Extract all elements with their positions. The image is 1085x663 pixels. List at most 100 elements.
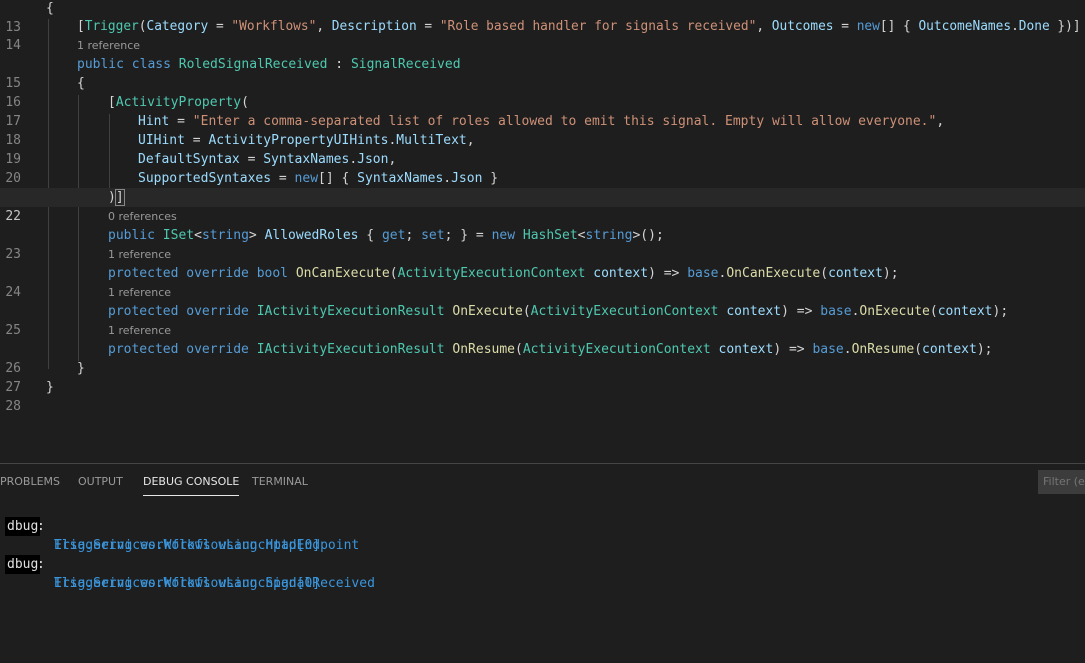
code-token: base bbox=[820, 304, 852, 319]
code-token: [] { bbox=[879, 19, 919, 34]
code-token: OnCanExecute bbox=[726, 266, 821, 281]
code-token: Hint bbox=[138, 114, 170, 129]
code-text: protected override bool OnCanExecute(Act… bbox=[108, 264, 899, 283]
code-token: ); bbox=[976, 342, 993, 357]
code-token: new bbox=[856, 19, 880, 34]
console-line: Triggering workflows using HttpEndpoint bbox=[0, 517, 359, 553]
code-token: OnResume bbox=[452, 342, 516, 357]
code-token: ); bbox=[992, 304, 1009, 319]
code-token: context bbox=[726, 304, 782, 319]
code-token: = bbox=[416, 19, 440, 34]
code-token: [ bbox=[108, 95, 116, 110]
code-token: ) bbox=[108, 190, 116, 205]
code-token: public bbox=[108, 228, 163, 243]
code-token: ( bbox=[389, 266, 398, 281]
code-token: { bbox=[358, 228, 382, 243]
code-token: ( bbox=[929, 304, 938, 319]
code-line-14[interactable]: 14 [Trigger(Category = "Workflows", Desc… bbox=[0, 17, 1085, 53]
console-message: Triggering workflows using SignalReceive… bbox=[54, 576, 375, 591]
code-text: Hint = "Enter a comma-separated list of … bbox=[138, 112, 944, 131]
code-token: ) => bbox=[773, 342, 813, 357]
codelens-references[interactable]: 1 reference bbox=[77, 36, 140, 55]
code-token: UIHint bbox=[138, 133, 185, 148]
code-token: base bbox=[687, 266, 719, 281]
code-line-15[interactable]: 15 public class RoledSignalReceived : Si… bbox=[0, 55, 1085, 91]
code-token: . bbox=[443, 171, 452, 186]
code-token: } bbox=[482, 171, 499, 186]
code-token: Category bbox=[146, 19, 209, 34]
code-token: context bbox=[593, 266, 649, 281]
code-token: >(); bbox=[632, 228, 664, 243]
code-token: HashSet bbox=[522, 228, 578, 243]
code-text: )] bbox=[108, 188, 125, 207]
code-line-16[interactable]: 16 { bbox=[0, 74, 1085, 110]
code-line-13[interactable]: 13 { bbox=[0, 0, 1085, 35]
code-token: context bbox=[718, 342, 774, 357]
code-text: { bbox=[77, 74, 85, 93]
code-token: ActivityPropertyUIHints bbox=[208, 133, 389, 148]
code-token: SyntaxNames bbox=[357, 171, 444, 186]
code-line-22-current[interactable]: 22 )] bbox=[0, 188, 1085, 224]
code-token: protected override bool bbox=[108, 266, 296, 281]
code-line-18[interactable]: 18 Hint = "Enter a comma-separated list … bbox=[0, 112, 1085, 148]
code-token: < bbox=[577, 228, 586, 243]
code-token: SyntaxNames bbox=[263, 152, 350, 167]
code-token: set bbox=[421, 228, 445, 243]
code-token: Done bbox=[1018, 19, 1050, 34]
tab-debug-console[interactable]: DEBUG CONSOLE bbox=[143, 464, 240, 498]
code-text: public ISet<string> AllowedRoles { get; … bbox=[108, 226, 664, 245]
code-token: OnCanExecute bbox=[295, 266, 390, 281]
code-token: public class bbox=[77, 57, 179, 72]
line-number: 14 bbox=[5, 38, 21, 53]
code-line-24[interactable]: 24 protected override bool OnCanExecute(… bbox=[0, 264, 1085, 300]
code-text: protected override IActivityExecutionRes… bbox=[108, 340, 993, 359]
codelens-references[interactable]: 0 references bbox=[108, 207, 177, 226]
code-line-28[interactable]: 28 } bbox=[0, 378, 1085, 414]
code-text: UIHint = ActivityPropertyUIHints.MultiTe… bbox=[138, 131, 475, 150]
tab-terminal[interactable]: TERMINAL bbox=[252, 464, 308, 498]
line-number: 22 bbox=[5, 209, 21, 224]
code-token: = bbox=[271, 171, 295, 186]
line-number: 25 bbox=[5, 323, 21, 338]
code-line-23[interactable]: 23 public ISet<string> AllowedRoles { ge… bbox=[0, 226, 1085, 262]
code-token: IActivityExecutionResult bbox=[256, 342, 445, 357]
code-token: ( bbox=[820, 266, 829, 281]
code-token: RoledSignalReceived bbox=[178, 57, 328, 72]
code-line-25[interactable]: 25 protected override IActivityExecution… bbox=[0, 302, 1085, 338]
code-token: new bbox=[491, 228, 523, 243]
code-token: = bbox=[208, 19, 232, 34]
tab-problems[interactable]: PROBLEMS bbox=[0, 464, 60, 498]
code-line-21[interactable]: 21 SupportedSyntaxes = new[] { SyntaxNam… bbox=[0, 169, 1085, 205]
code-line-20[interactable]: 20 DefaultSyntax = SyntaxNames.Json, bbox=[0, 150, 1085, 186]
code-token: , bbox=[936, 114, 945, 129]
code-token: : bbox=[327, 57, 351, 72]
code-token: ActivityExecutionContext bbox=[530, 304, 719, 319]
code-line-27[interactable]: 27 } bbox=[0, 359, 1085, 395]
code-line-19[interactable]: 19 UIHint = ActivityPropertyUIHints.Mult… bbox=[0, 131, 1085, 167]
codelens-references[interactable]: 1 reference bbox=[108, 283, 171, 302]
code-token: OnExecute bbox=[452, 304, 523, 319]
console-filter-input[interactable] bbox=[1038, 470, 1085, 494]
console-line: dbug: Elsa.Services.WorkflowLaunchpad[0] bbox=[0, 536, 320, 591]
code-token: protected override bbox=[108, 304, 257, 319]
codelens-references[interactable]: 1 reference bbox=[108, 245, 171, 264]
code-line-26[interactable]: 26 protected override IActivityExecution… bbox=[0, 340, 1085, 376]
code-token: , bbox=[316, 19, 332, 34]
code-line-17[interactable]: 17 [ActivityProperty( bbox=[0, 93, 1085, 129]
code-token: ActivityExecutionContext bbox=[397, 266, 586, 281]
code-token: ISet bbox=[162, 228, 195, 243]
code-editor[interactable]: 13 { 14 [Trigger(Category = "Workflows",… bbox=[0, 0, 1085, 463]
code-text: DefaultSyntax = SyntaxNames.Json, bbox=[138, 150, 396, 169]
code-token: [] { bbox=[318, 171, 358, 186]
code-token: . bbox=[349, 152, 358, 167]
code-token: < bbox=[194, 228, 202, 243]
line-number: 24 bbox=[5, 285, 21, 300]
code-token: protected override bbox=[108, 342, 257, 357]
tab-output[interactable]: OUTPUT bbox=[78, 464, 123, 498]
codelens-references[interactable]: 1 reference bbox=[108, 321, 171, 340]
code-token: new bbox=[294, 171, 319, 186]
code-token: ) => bbox=[648, 266, 688, 281]
code-token: = bbox=[239, 152, 264, 167]
code-token: } bbox=[77, 361, 85, 376]
code-token: string bbox=[585, 228, 633, 243]
